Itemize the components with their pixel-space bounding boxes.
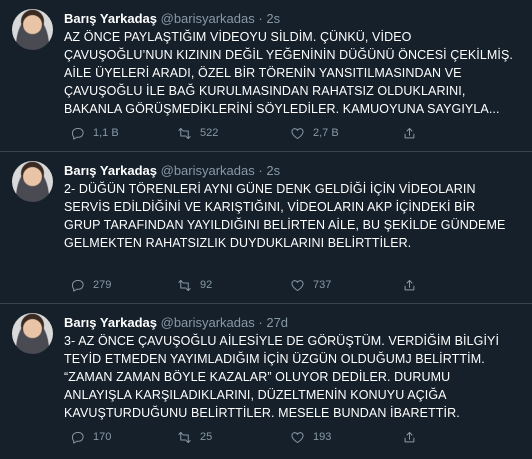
tweet-time[interactable]: 2s — [266, 11, 280, 26]
author-name[interactable]: Barış Yarkadaş — [64, 315, 157, 330]
share-icon — [404, 279, 415, 290]
tweet-time[interactable]: 27d — [266, 315, 288, 330]
tweet-actions: 170 25 193 — [64, 428, 504, 446]
retweet-button[interactable]: 25 — [177, 428, 212, 446]
like-icon — [291, 431, 304, 443]
separator-dot: · — [258, 315, 263, 330]
reply-icon — [71, 127, 84, 140]
separator-dot: · — [258, 163, 263, 178]
tweet-text: 2- DÜĞÜN TÖRENLERİ AYNI GÜNE DENK GELDİĞ… — [64, 182, 506, 250]
tweet-header: Barış Yarkadaş @barisyarkadas · 27d — [64, 314, 288, 331]
tweet[interactable]: Barış Yarkadaş @barisyarkadas · 2s AZ ÖN… — [0, 0, 532, 152]
tweet-text: 3- AZ ÖNCE ÇAVUŞOĞLU AİLESİYLE DE GÖRÜŞT… — [64, 334, 500, 420]
tweet[interactable]: Barış Yarkadaş @barisyarkadas · 27d 3- A… — [0, 304, 532, 456]
like-count: 737 — [313, 279, 332, 291]
tweet-header: Barış Yarkadaş @barisyarkadas · 2s — [64, 162, 280, 179]
retweet-button[interactable]: 92 — [177, 276, 212, 294]
like-button[interactable]: 193 — [290, 428, 331, 446]
author-handle[interactable]: @barisyarkadas — [161, 163, 255, 178]
retweet-count: 92 — [200, 279, 213, 291]
avatar[interactable] — [12, 313, 53, 354]
like-icon — [291, 279, 304, 291]
reply-button[interactable]: 170 — [70, 428, 111, 446]
author-name[interactable]: Barış Yarkadaş — [64, 11, 157, 26]
tweet-time[interactable]: 2s — [266, 163, 280, 178]
reply-count: 279 — [93, 279, 112, 291]
reply-count: 170 — [93, 431, 112, 443]
retweet-icon — [178, 127, 191, 139]
share-icon — [404, 127, 415, 138]
reply-button[interactable]: 279 — [70, 276, 111, 294]
share-icon — [404, 431, 415, 442]
share-button[interactable] — [402, 276, 417, 294]
retweet-icon — [178, 431, 191, 443]
like-count: 193 — [313, 431, 332, 443]
retweet-icon — [178, 279, 191, 291]
retweet-count: 522 — [200, 127, 219, 139]
retweet-count: 25 — [200, 431, 213, 443]
avatar[interactable] — [12, 9, 53, 50]
share-button[interactable] — [402, 124, 417, 142]
tweet-timeline: Barış Yarkadaş @barisyarkadas · 2s AZ ÖN… — [0, 0, 532, 456]
avatar[interactable] — [12, 161, 53, 202]
reply-button[interactable]: 1,1 B — [70, 124, 119, 142]
tweet-text: AZ ÖNCE PAYLAŞTIĞIM VİDEOYU SİLDİM. ÇÜNK… — [64, 30, 513, 116]
separator-dot: · — [258, 11, 263, 26]
tweet[interactable]: Barış Yarkadaş @barisyarkadas · 2s 2- DÜ… — [0, 152, 532, 304]
author-handle[interactable]: @barisyarkadas — [161, 315, 255, 330]
retweet-button[interactable]: 522 — [177, 124, 218, 142]
author-name[interactable]: Barış Yarkadaş — [64, 163, 157, 178]
reply-count: 1,1 B — [93, 127, 119, 139]
reply-icon — [71, 279, 84, 292]
like-button[interactable]: 2,7 B — [290, 124, 339, 142]
tweet-actions: 1,1 B 522 2,7 B — [64, 124, 504, 142]
like-button[interactable]: 737 — [290, 276, 331, 294]
like-icon — [291, 127, 304, 139]
share-button[interactable] — [402, 428, 417, 446]
tweet-header: Barış Yarkadaş @barisyarkadas · 2s — [64, 10, 280, 27]
like-count: 2,7 B — [313, 127, 339, 139]
author-handle[interactable]: @barisyarkadas — [161, 11, 255, 26]
tweet-actions: 279 92 737 — [64, 276, 504, 294]
reply-icon — [71, 431, 84, 444]
